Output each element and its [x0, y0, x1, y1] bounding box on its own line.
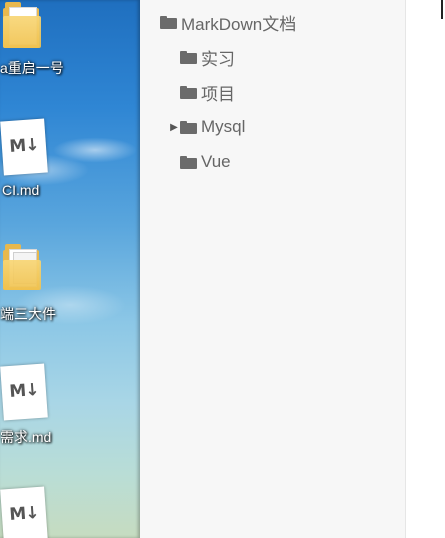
tree-item-mysql[interactable]: ▶ Mysql	[169, 113, 245, 141]
desktop-background: a重启一号 M↓ CI.md 端三大件 M↓ 需求.md M↓	[0, 0, 140, 538]
editor-area[interactable]	[406, 0, 445, 538]
tree-item-label: 实习	[201, 49, 235, 69]
desktop-item-label: 需求.md	[0, 429, 52, 445]
folder-icon	[160, 15, 177, 29]
folder-icon	[180, 85, 197, 99]
tree-item-label: Vue	[201, 152, 231, 171]
desktop-item-label: a重启一号	[0, 60, 64, 76]
folder-icon	[180, 155, 197, 169]
expand-arrow-icon[interactable]: ▶	[169, 122, 179, 133]
tree-item-label: Mysql	[201, 117, 246, 136]
folder-icon	[180, 50, 197, 64]
tree-item-label: MarkDown文档	[181, 14, 297, 34]
desktop-item-label: 端三大件	[0, 306, 56, 322]
desktop-item-markdown-3[interactable]: M↓	[0, 478, 140, 538]
markdown-file-icon: M↓	[0, 486, 48, 538]
folder-icon	[3, 244, 41, 290]
desktop-item-folder-1[interactable]: a重启一号	[0, 0, 140, 80]
markdown-file-icon: M↓	[0, 118, 48, 176]
markdown-file-icon: M↓	[0, 363, 48, 421]
tree-item-xiangmu[interactable]: 项目	[180, 78, 235, 106]
folder-icon	[180, 120, 197, 134]
folder-icon	[3, 2, 41, 48]
desktop-item-folder-2[interactable]: 端三大件	[0, 240, 140, 325]
tree-item-vue[interactable]: Vue	[180, 148, 231, 176]
file-tree-sidebar: MarkDown文档 实习 项目 ▶ Mysql Vue	[140, 0, 406, 538]
text-cursor-edge	[441, 0, 443, 19]
tree-root-markdown-folder[interactable]: MarkDown文档	[160, 8, 296, 36]
tree-item-label: 项目	[201, 84, 235, 104]
desktop-item-label: CI.md	[2, 182, 40, 198]
desktop-item-markdown-2[interactable]: M↓ 需求.md	[0, 355, 140, 450]
tree-item-shixi[interactable]: 实习	[180, 43, 235, 71]
desktop-item-markdown-1[interactable]: M↓ CI.md	[0, 110, 140, 200]
